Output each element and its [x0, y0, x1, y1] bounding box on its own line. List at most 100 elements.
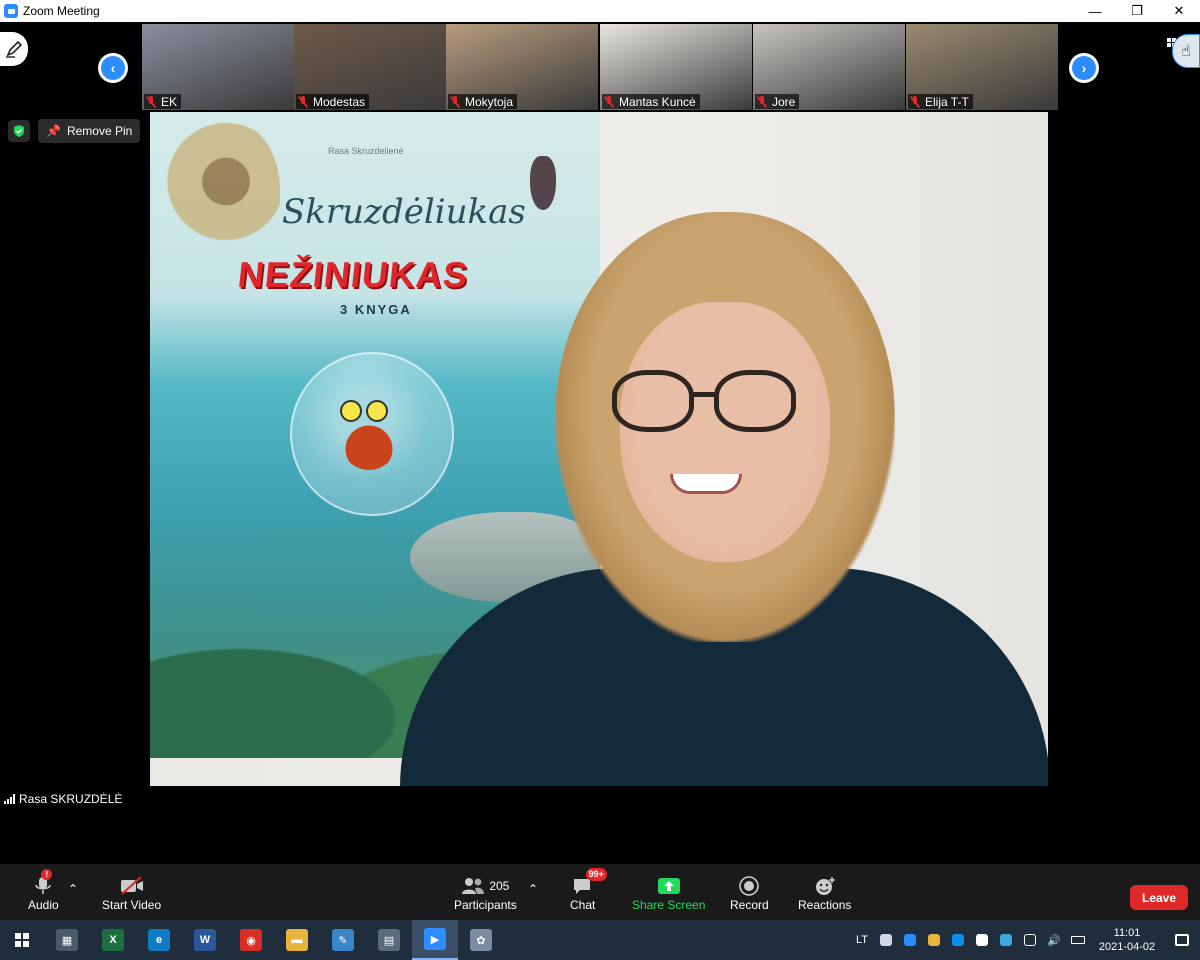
ant-eye	[366, 400, 388, 422]
edge-icon: e	[148, 929, 170, 951]
participant-name: Mantas Kuncė	[602, 94, 700, 109]
start-video-button[interactable]: Start Video	[102, 874, 161, 912]
windows-taskbar: ▦ Xe W ◉ ▬ ✎ ▤ ▶ ✿ LT 🔊 11:01 2021-04-02	[0, 920, 1200, 960]
security-shield[interactable]	[8, 120, 30, 142]
word-icon: W	[194, 929, 216, 951]
signal-bars-icon	[4, 794, 15, 804]
tray-app-icon[interactable]	[994, 920, 1018, 960]
speaker-glasses	[612, 370, 802, 436]
record-icon	[739, 876, 760, 896]
participant-name: Mokytoja	[448, 94, 518, 109]
taskbar-paint-button[interactable]: ✿	[458, 920, 504, 960]
system-tray: LT 🔊 11:01 2021-04-02	[850, 920, 1200, 960]
chat-button[interactable]: 99+ Chat	[570, 868, 607, 912]
participants-label: Participants	[454, 898, 517, 912]
network-icon[interactable]	[1018, 920, 1042, 960]
taskbar-chrome-button[interactable]: ◉	[228, 920, 274, 960]
participants-icon	[462, 878, 485, 894]
audio-button[interactable]: ! Audio	[28, 869, 59, 912]
filmstrip-prev-button[interactable]: ‹	[98, 53, 128, 83]
book-author: Rasa Skruzdelienė	[328, 146, 404, 156]
taskbar-apps: ▦ Xe W ◉ ▬ ✎ ▤ ▶ ✿	[44, 920, 504, 960]
taskbar-excel-button[interactable]: X	[90, 920, 136, 960]
battery-icon[interactable]	[1066, 920, 1090, 960]
security-tray-icon[interactable]	[970, 920, 994, 960]
chat-unread-badge: 99+	[585, 868, 607, 881]
mic-muted-icon	[757, 95, 767, 108]
hand-cursor-icon: ☝	[1172, 34, 1200, 68]
close-button[interactable]: ✕	[1158, 0, 1200, 22]
share-screen-icon	[657, 878, 680, 894]
minimize-button[interactable]: —	[1074, 0, 1116, 22]
share-screen-button[interactable]: Share Screen	[632, 874, 705, 912]
notes-icon: ✎	[332, 929, 354, 951]
system-clock[interactable]: 11:01 2021-04-02	[1090, 926, 1164, 954]
record-button[interactable]: Record	[730, 874, 769, 912]
taskbar-notes-button[interactable]: ✎	[320, 920, 366, 960]
participant-tile[interactable]: Jore	[753, 24, 905, 110]
language-indicator[interactable]: LT	[850, 920, 874, 960]
remove-pin-button[interactable]: 📌 Remove Pin	[38, 119, 141, 143]
annotate-button[interactable]	[0, 32, 28, 66]
leave-button[interactable]: Leave	[1130, 885, 1188, 910]
participant-tile[interactable]: Mantas Kuncė	[600, 24, 752, 110]
excel-icon: X	[102, 929, 124, 951]
book-title-line2: NEŽINIUKAS	[235, 254, 471, 295]
participant-tile[interactable]: Elija T-T	[906, 24, 1058, 110]
restore-button[interactable]: ❐	[1116, 0, 1158, 22]
participants-button[interactable]: 205 Participants	[454, 874, 517, 912]
audio-options-caret[interactable]: ⌃	[68, 882, 78, 896]
participant-name: Jore	[755, 94, 800, 109]
taskbar-zoom-button[interactable]: ▶	[412, 920, 458, 960]
record-label: Record	[730, 898, 769, 912]
participant-name: Modestas	[296, 94, 370, 109]
taskbar-file-explorer-button[interactable]: ▬	[274, 920, 320, 960]
participant-tile[interactable]: Modestas	[294, 24, 446, 110]
participants-count: 205	[489, 879, 510, 893]
chevron-left-icon: ‹	[101, 56, 125, 80]
taskbar-edge-button[interactable]: e	[136, 920, 182, 960]
taskbar-calculator-button[interactable]: ▦	[44, 920, 90, 960]
reactions-button[interactable]: Reactions	[798, 874, 851, 912]
notification-center-button[interactable]	[1164, 920, 1200, 960]
smiley-icon	[815, 877, 835, 895]
start-video-label: Start Video	[102, 898, 162, 912]
chevron-right-icon: ›	[1072, 56, 1096, 80]
volume-icon[interactable]: 🔊	[1042, 920, 1066, 960]
participant-filmstrip: ‹ EK Modestas Mokytoja Mantas Kuncė Jore…	[0, 24, 1200, 110]
book-bat-illustration	[530, 156, 556, 210]
mic-muted-icon	[450, 95, 460, 108]
participant-tile[interactable]: EK	[142, 24, 294, 110]
taskbar-calculator-2-button[interactable]: ▤	[366, 920, 412, 960]
tray-app-icon[interactable]	[922, 920, 946, 960]
windows-logo-icon	[15, 933, 29, 947]
clock-date: 2021-04-02	[1098, 941, 1156, 953]
share-screen-label: Share Screen	[632, 898, 706, 912]
clock-time: 11:01	[1113, 927, 1141, 939]
participants-options-caret[interactable]: ⌃	[528, 882, 538, 896]
filmstrip-next-button[interactable]: ›	[1069, 53, 1099, 83]
reactions-label: Reactions	[798, 898, 852, 912]
mic-muted-icon	[146, 95, 156, 108]
zoom-icon: ▶	[424, 928, 446, 950]
tray-app-icon[interactable]	[874, 920, 898, 960]
participant-tile[interactable]: Mokytoja	[446, 24, 598, 110]
calculator-2-icon: ▤	[378, 929, 400, 951]
pinned-speaker-video: Rasa Skruzdelienė Skruzdėliukas NEŽINIUK…	[150, 112, 1048, 786]
pen-icon	[6, 40, 23, 58]
window-titlebar: Zoom Meeting — ❐ ✕	[0, 0, 1200, 22]
mic-muted-icon	[604, 95, 614, 108]
audio-label: Audio	[28, 898, 59, 912]
taskbar-word-button[interactable]: W	[182, 920, 228, 960]
zoom-tray-icon[interactable]	[898, 920, 922, 960]
speaker-name-label: Rasa SKRUZDĖLĖ	[0, 790, 127, 808]
calculator-icon: ▦	[56, 929, 78, 951]
chat-label: Chat	[570, 898, 596, 912]
file-explorer-icon: ▬	[286, 929, 308, 951]
participant-name: EK	[144, 94, 182, 109]
mic-muted-icon	[298, 95, 308, 108]
book-title-line1: Skruzdėliukas	[282, 192, 526, 232]
teamviewer-tray-icon[interactable]	[946, 920, 970, 960]
meeting-area: ‹ EK Modestas Mokytoja Mantas Kuncė Jore…	[0, 22, 1200, 920]
start-button[interactable]	[0, 920, 44, 960]
